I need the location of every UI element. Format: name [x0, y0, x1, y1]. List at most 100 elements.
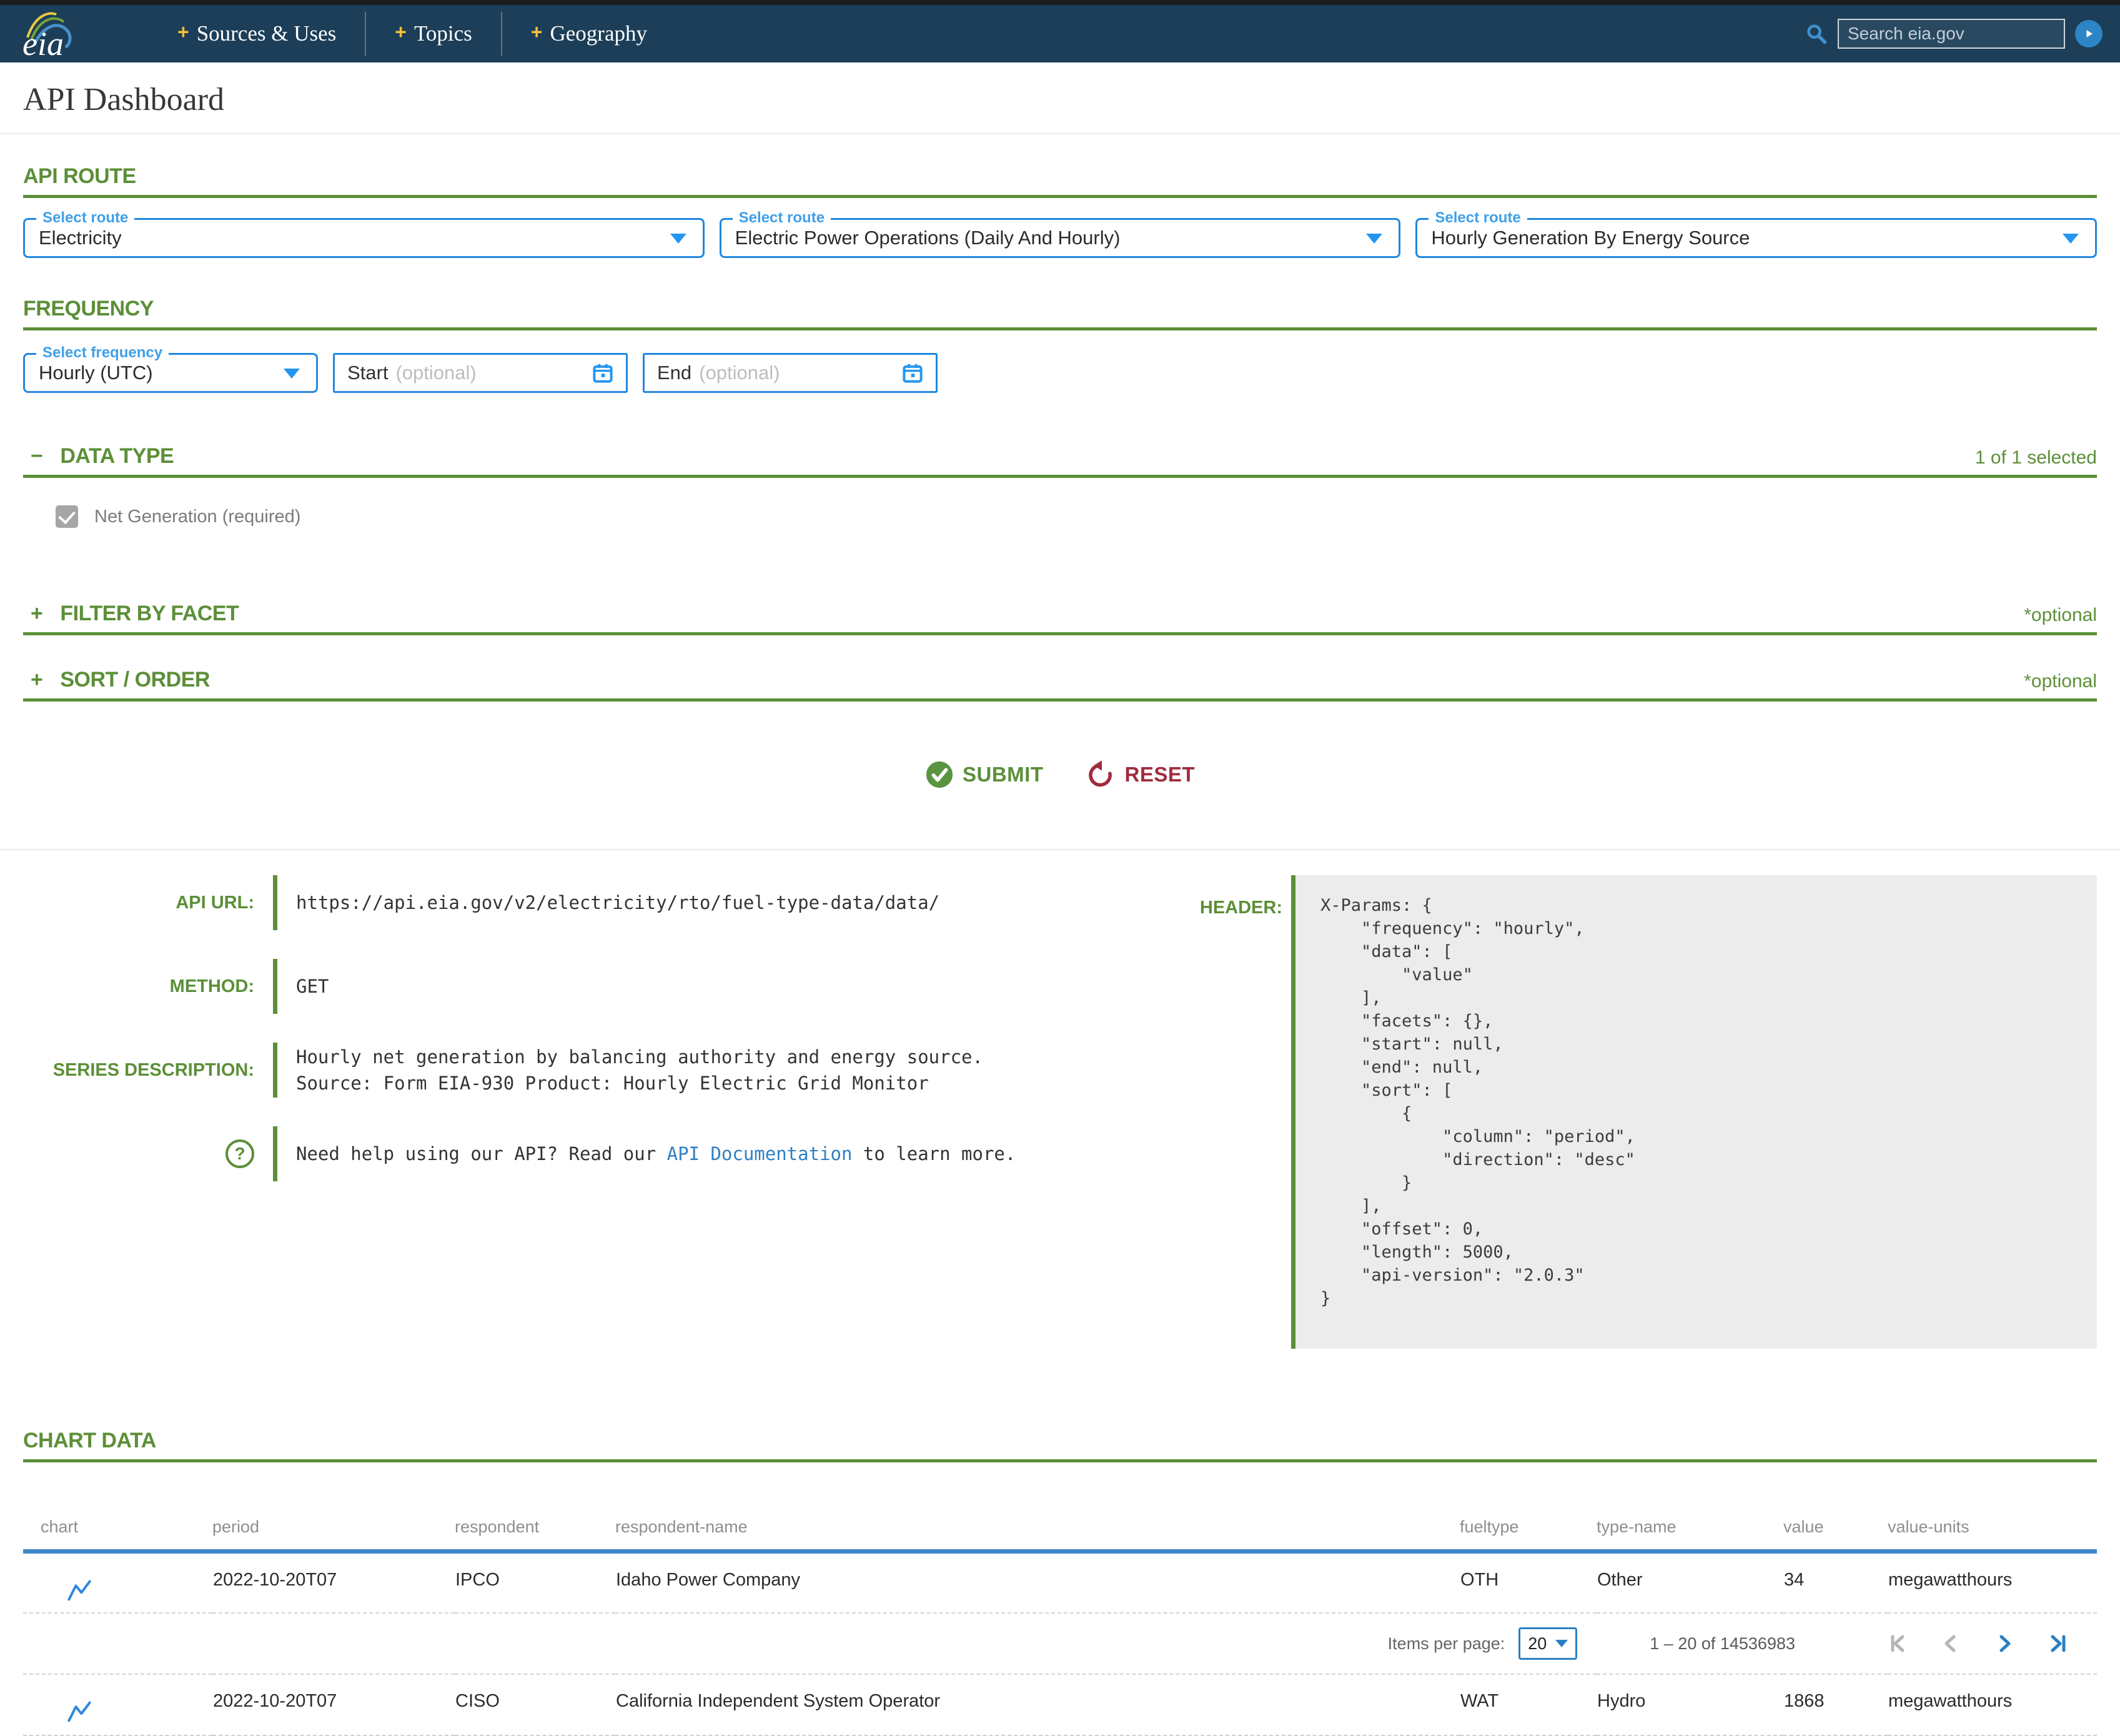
series-description-line1: Hourly net generation by balancing autho…	[296, 1044, 983, 1070]
green-bar	[273, 1043, 277, 1098]
line-chart-icon[interactable]	[67, 1700, 92, 1724]
reset-label: RESET	[1124, 763, 1195, 786]
col-respondent: respondent	[455, 1517, 615, 1552]
cell-value-units: megawatthours	[1888, 1674, 2097, 1735]
route-select-2[interactable]: Select route Electric Power Operations (…	[720, 218, 1401, 258]
table-header-row: chart period respondent respondent-name …	[23, 1517, 2097, 1552]
header-label: HEADER:	[1197, 898, 1291, 918]
select-label: Select route	[36, 209, 134, 227]
chevron-down-icon	[670, 234, 686, 244]
eia-logo[interactable]: eia	[17, 9, 92, 59]
sort-order-heading: SORT / ORDER	[60, 668, 210, 692]
chart-data-section: CHART DATA chart period respondent respo…	[23, 1429, 2097, 1736]
items-per-page-select[interactable]: 20	[1518, 1627, 1577, 1660]
expand-icon[interactable]: +	[23, 602, 42, 626]
cell-period: 2022-10-20T07	[212, 1674, 455, 1735]
plus-icon: +	[531, 21, 543, 44]
search-go-button[interactable]	[2075, 20, 2103, 47]
api-url-label: API URL:	[23, 893, 273, 913]
data-type-header[interactable]: − DATA TYPE 1 of 1 selected	[23, 444, 2097, 478]
logo-text: eia	[22, 25, 64, 59]
cell-respondent-name: California Independent System Operator	[615, 1674, 1460, 1735]
selected-count: 1 of 1 selected	[1975, 447, 2097, 469]
reset-icon	[1088, 761, 1116, 788]
submit-label: SUBMIT	[963, 763, 1044, 786]
col-respondent-name: respondent-name	[615, 1517, 1460, 1552]
route-select-3[interactable]: Select route Hourly Generation By Energy…	[1415, 218, 2097, 258]
series-description-line2: Source: Form EIA-930 Product: Hourly Ele…	[296, 1070, 983, 1096]
calendar-icon[interactable]	[592, 362, 613, 384]
api-route-heading: API ROUTE	[23, 164, 136, 189]
table-row: 2022-10-20T07 CISO California Independen…	[23, 1674, 2097, 1735]
col-value-units: value-units	[1888, 1517, 2097, 1552]
green-bar	[273, 875, 277, 930]
plus-icon: +	[395, 21, 407, 44]
nav-item-sources-uses[interactable]: + Sources & Uses	[149, 21, 365, 46]
cell-type-name: Hydro	[1597, 1674, 1783, 1735]
last-page-button[interactable]	[2031, 1632, 2085, 1655]
cell-period: 2022-10-20T07	[212, 1552, 455, 1613]
cell-respondent: CISO	[455, 1674, 615, 1735]
cell-respondent-name: Idaho Power Company	[615, 1552, 1460, 1613]
sort-order-section: + SORT / ORDER *optional	[23, 668, 2097, 702]
cell-fueltype: OTH	[1460, 1552, 1597, 1613]
api-route-section: API ROUTE Select route Electricity Selec…	[23, 164, 2097, 258]
help-text-suffix: to learn more.	[852, 1143, 1016, 1164]
collapse-icon[interactable]: −	[23, 444, 42, 469]
cell-value: 1868	[1783, 1674, 1888, 1735]
green-bar	[273, 959, 277, 1014]
net-generation-checkbox[interactable]	[56, 505, 78, 528]
reset-button[interactable]: RESET	[1088, 760, 1195, 789]
filter-facet-section: + FILTER BY FACET *optional	[23, 602, 2097, 635]
next-page-button[interactable]	[1978, 1632, 2031, 1655]
plus-icon: +	[177, 21, 189, 44]
api-documentation-link[interactable]: API Documentation	[667, 1143, 853, 1164]
arrow-right-icon	[2081, 26, 2096, 41]
submit-button[interactable]: SUBMIT	[925, 760, 1044, 789]
frequency-select[interactable]: Select frequency Hourly (UTC)	[23, 353, 318, 393]
pagination-bar: Items per page: 20 1 – 20 of 14536983	[0, 1623, 2120, 1664]
table-row: 2022-10-20T07 IPCO Idaho Power Company O…	[23, 1552, 2097, 1613]
header-code-box: X-Params: { "frequency": "hourly", "data…	[1291, 875, 2097, 1349]
nav-item-label: Sources & Uses	[197, 21, 337, 46]
end-date-input[interactable]: End (optional)	[643, 353, 938, 393]
items-per-page-value: 20	[1528, 1634, 1547, 1654]
x-params-code: X-Params: { "frequency": "hourly", "data…	[1320, 894, 2072, 1310]
chevron-right-icon	[1993, 1632, 2016, 1655]
chart-data-heading: CHART DATA	[23, 1429, 156, 1453]
items-per-page-label: Items per page:	[1388, 1634, 1505, 1654]
checkbox-label: Net Generation (required)	[94, 507, 300, 527]
prev-page-button[interactable]	[1924, 1632, 1978, 1655]
nav-item-topics[interactable]: + Topics	[366, 21, 501, 46]
filter-facet-header[interactable]: + FILTER BY FACET *optional	[23, 602, 2097, 635]
filter-facet-heading: FILTER BY FACET	[60, 602, 239, 626]
optional-hint: (optional)	[395, 362, 476, 384]
calendar-icon[interactable]	[902, 362, 923, 384]
nav-item-geography[interactable]: + Geography	[502, 21, 676, 46]
line-chart-icon[interactable]	[67, 1579, 92, 1602]
optional-hint: (optional)	[699, 362, 780, 384]
last-page-icon	[2047, 1632, 2069, 1655]
help-icon: ?	[225, 1139, 254, 1168]
expand-icon[interactable]: +	[23, 668, 42, 692]
pagination-range: 1 – 20 of 14536983	[1650, 1634, 1795, 1654]
series-description-label: SERIES DESCRIPTION:	[23, 1060, 273, 1081]
top-navbar: eia + Sources & Uses + Topics + Geograph…	[0, 5, 2120, 62]
route-select-1[interactable]: Select route Electricity	[23, 218, 705, 258]
divider	[0, 133, 2120, 134]
col-chart: chart	[23, 1517, 212, 1552]
nav-item-label: Topics	[414, 21, 472, 46]
first-page-button[interactable]	[1870, 1632, 1924, 1655]
method-label: METHOD:	[23, 976, 273, 997]
data-type-section: − DATA TYPE 1 of 1 selected Net Generati…	[23, 444, 2097, 528]
select-value: Hourly Generation By Energy Source	[1431, 227, 1750, 249]
first-page-icon	[1886, 1632, 1908, 1655]
search-input[interactable]	[1838, 19, 2065, 49]
divider	[0, 849, 2120, 850]
chevron-down-icon	[1366, 234, 1382, 244]
col-type-name: type-name	[1597, 1517, 1783, 1552]
sort-order-header[interactable]: + SORT / ORDER *optional	[23, 668, 2097, 702]
select-label: Select route	[733, 209, 831, 227]
start-date-input[interactable]: Start (optional)	[333, 353, 628, 393]
frequency-heading: FREQUENCY	[23, 297, 154, 321]
